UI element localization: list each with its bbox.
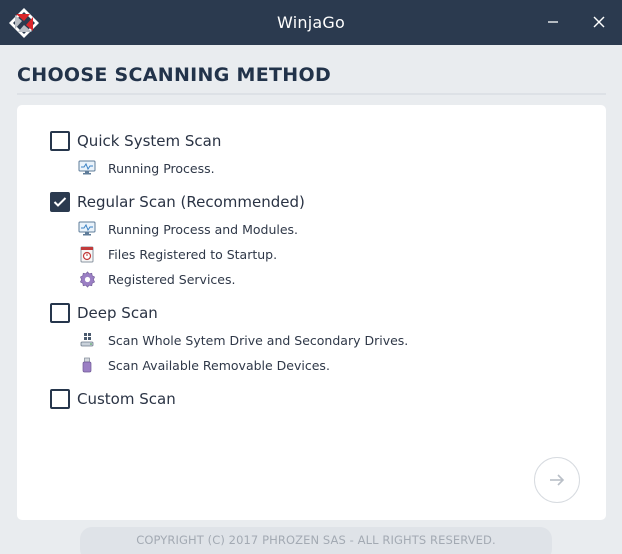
item-label: Running Process and Modules. [108,221,299,237]
page-title: CHOOSE SCANNING METHOD [17,64,332,86]
monitor-icon [78,159,96,177]
copyright-text: COPYRIGHT (C) 2017 PHROZEN SAS - ALL RIG… [136,533,496,547]
item-label: Running Process. [108,160,215,176]
list-item: Files Registered to Startup. [78,244,277,264]
close-button[interactable] [584,8,614,36]
app-logo-icon [9,8,39,38]
item-label: Registered Services. [108,271,236,287]
checkmark-icon [53,197,67,207]
arrow-right-icon [550,474,565,486]
checkbox-quick-system-scan[interactable] [50,131,70,151]
option-quick-system-scan[interactable]: Quick System Scan [50,131,221,151]
drive-icon [78,331,96,349]
option-deep-scan[interactable]: Deep Scan [50,303,158,323]
list-item: Running Process. [78,158,215,178]
window-title: WinjaGo [277,13,345,32]
option-label: Custom Scan [77,390,176,408]
item-label: Files Registered to Startup. [108,246,278,262]
next-button[interactable] [534,457,580,503]
footer: COPYRIGHT (C) 2017 PHROZEN SAS - ALL RIG… [80,527,552,554]
close-icon [593,16,605,28]
list-item: Scan Available Removable Devices. [78,355,330,375]
item-label: Scan Whole Sytem Drive and Secondary Dri… [108,332,409,348]
minimize-button[interactable] [538,8,568,36]
option-custom-scan[interactable]: Custom Scan [50,389,176,409]
minimize-icon [548,21,558,23]
list-item: Scan Whole Sytem Drive and Secondary Dri… [78,330,408,350]
gear-icon [78,270,96,288]
option-regular-scan[interactable]: Regular Scan (Recommended) [50,192,305,212]
heading-divider [17,93,606,95]
option-label: Deep Scan [77,304,158,322]
checkbox-deep-scan[interactable] [50,303,70,323]
list-item: Running Process and Modules. [78,219,298,239]
monitor-icon [78,220,96,238]
option-label: Regular Scan (Recommended) [77,193,305,211]
title-bar: WinjaGo [0,0,622,45]
item-label: Scan Available Removable Devices. [108,357,330,373]
checkbox-regular-scan[interactable] [50,192,70,212]
scan-options-panel: Quick System Scan Running Process. Regul… [17,105,606,520]
list-item: Registered Services. [78,269,235,289]
startup-icon [78,245,96,263]
checkbox-custom-scan[interactable] [50,389,70,409]
option-label: Quick System Scan [77,132,222,150]
usb-icon [78,356,96,374]
